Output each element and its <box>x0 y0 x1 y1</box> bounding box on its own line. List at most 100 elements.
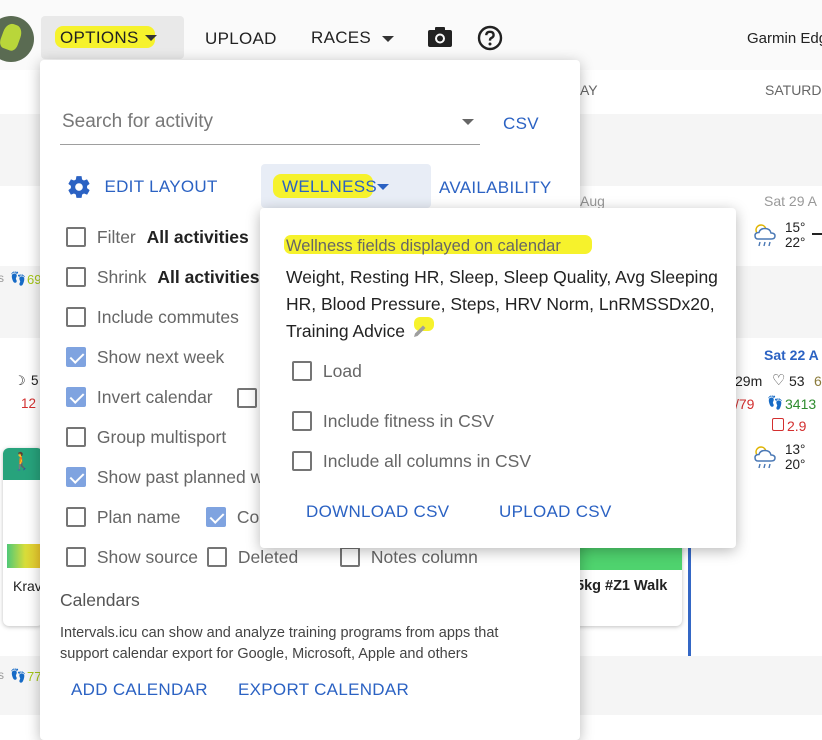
left-value-12: 12 <box>21 396 37 411</box>
search-field[interactable] <box>60 100 480 145</box>
temp-high: 13° <box>785 442 806 457</box>
filter-checkbox[interactable] <box>66 227 86 248</box>
races-menu-button[interactable]: RACES <box>311 28 394 48</box>
include-fitness-csv-checkbox[interactable] <box>292 411 312 432</box>
partial-value: 6 <box>814 373 822 389</box>
show-next-week-row[interactable]: Show next week <box>66 346 224 368</box>
filter-label: Filter <box>96 226 136 247</box>
wellness-fields-title: Wellness fields displayed on calendar <box>286 237 561 255</box>
search-input[interactable] <box>60 108 444 136</box>
chevron-down-icon <box>381 35 394 42</box>
show-source-label: Show source <box>96 546 199 567</box>
filter-row[interactable]: Filter All activities <box>66 226 272 248</box>
include-fitness-csv-row[interactable]: Include fitness in CSV <box>292 410 494 432</box>
notes-column-row[interactable]: Notes column <box>340 546 478 568</box>
edit-fields-button[interactable] <box>410 317 436 341</box>
trend-line <box>812 233 822 235</box>
download-csv-button[interactable]: DOWNLOAD CSV <box>306 502 449 522</box>
calendars-help-line: support calendar export for Google, Micr… <box>60 646 468 662</box>
notes-column-label: Notes column <box>370 546 478 567</box>
activity-title: 5kg #Z1 Walk <box>576 578 668 594</box>
wellness-popup: Wellness fields displayed on calendar We… <box>260 208 736 548</box>
include-all-columns-csv-label: Include all columns in CSV <box>322 450 532 471</box>
invert-calendar-row[interactable]: Invert calendar <box>66 386 213 408</box>
deleted-row[interactable]: Deleted <box>207 546 298 568</box>
activity-intensity-bar <box>7 544 43 568</box>
chevron-down-icon[interactable] <box>462 119 474 125</box>
invert-calendar-checkbox[interactable] <box>66 387 86 408</box>
shrink-checkbox[interactable] <box>66 267 86 288</box>
header-saturday: SATURD <box>765 82 822 98</box>
calendars-title: Calendars <box>60 590 140 610</box>
avatar[interactable] <box>0 16 34 62</box>
aug-label: Aug <box>580 193 605 209</box>
walking-icon: 🚶 <box>11 452 33 471</box>
steps-icon: 👣 <box>767 395 784 410</box>
show-source-checkbox[interactable] <box>66 547 86 568</box>
options-menu-button[interactable]: OPTIONS <box>41 16 184 59</box>
chevron-down-icon <box>145 35 157 41</box>
sat-29-label: Sat 29 A <box>764 193 817 209</box>
show-source-row[interactable]: Show source <box>66 546 198 568</box>
wellness-fields-line: Weight, Resting HR, Sleep, Sleep Quality… <box>286 267 718 287</box>
show-next-week-checkbox[interactable] <box>66 347 86 368</box>
shrink-row[interactable]: Shrink All activities <box>66 266 260 288</box>
hidden-option-checkbox[interactable] <box>237 388 257 408</box>
include-all-columns-csv-row[interactable]: Include all columns in CSV <box>292 450 531 472</box>
steps-icon: 👣 <box>10 668 27 683</box>
co-label: Co <box>236 506 260 527</box>
bp-value: /79 <box>735 396 755 412</box>
show-past-planned-row[interactable]: Show past planned w <box>66 466 263 488</box>
sat-22-label: Sat 22 A <box>764 347 819 363</box>
deleted-label: Deleted <box>237 546 299 567</box>
add-calendar-button[interactable]: ADD CALENDAR <box>71 680 208 700</box>
options-label: OPTIONS <box>60 28 139 47</box>
wellness-fields-list: Weight, Resting HR, Sleep, Sleep Quality… <box>286 264 726 345</box>
plan-name-label: Plan name <box>96 506 181 527</box>
upload-menu-button[interactable]: UPLOAD <box>205 29 277 49</box>
shrink-select-value[interactable]: All activities <box>157 267 259 287</box>
moon-icon: ☽ <box>14 373 26 388</box>
group-multisport-row[interactable]: Group multisport <box>66 426 226 448</box>
show-past-planned-checkbox[interactable] <box>66 467 86 488</box>
availability-button[interactable]: AVAILABILITY <box>439 178 552 198</box>
plan-name-row[interactable]: Plan name <box>66 506 181 528</box>
load-row[interactable]: Load <box>292 360 362 382</box>
include-all-columns-csv-checkbox[interactable] <box>292 451 312 472</box>
shrink-label: Shrink <box>96 266 147 287</box>
csv-button[interactable]: CSV <box>503 114 539 134</box>
steps-icon: 👣 <box>10 271 27 286</box>
load-checkbox[interactable] <box>292 361 312 382</box>
include-commutes-checkbox[interactable] <box>66 307 86 328</box>
upload-csv-button[interactable]: UPLOAD CSV <box>499 502 612 522</box>
header-day: AY <box>580 82 598 98</box>
activity-card[interactable]: 🚶 Krav <box>3 448 43 626</box>
edit-layout-button[interactable]: EDIT LAYOUT <box>66 174 218 200</box>
steps-value: 3413 <box>785 396 817 412</box>
plan-name-checkbox[interactable] <box>66 507 86 528</box>
include-commutes-label: Include commutes <box>96 306 239 327</box>
warning-badge-icon <box>772 418 784 431</box>
co-row[interactable]: Co <box>206 506 259 528</box>
duration-value: 29m <box>735 373 763 389</box>
wellness-menu-button[interactable]: WELLNESS <box>261 164 431 208</box>
heart-icon: ♡ <box>772 372 786 389</box>
wellness-fields-line: HR, Blood Pressure, Steps, HRV Norm, LnR… <box>286 294 715 314</box>
pencil-icon <box>413 325 426 338</box>
left-value-5: 5 <box>31 373 39 388</box>
hr-value: 53 <box>789 373 805 389</box>
group-multisport-checkbox[interactable] <box>66 427 86 448</box>
camera-icon[interactable] <box>427 26 453 48</box>
include-fitness-csv-label: Include fitness in CSV <box>322 410 495 431</box>
activity-title: Krav <box>13 578 42 594</box>
device-label: Garmin Edg <box>747 30 822 47</box>
include-commutes-row[interactable]: Include commutes <box>66 306 239 328</box>
deleted-checkbox[interactable] <box>207 547 227 568</box>
filter-select-value[interactable]: All activities <box>147 227 249 247</box>
notes-column-checkbox[interactable] <box>340 547 360 568</box>
co-checkbox[interactable] <box>206 507 226 528</box>
export-calendar-button[interactable]: EXPORT CALENDAR <box>238 680 409 700</box>
rain-cloud-icon <box>754 224 776 247</box>
help-icon[interactable] <box>477 25 503 51</box>
hrv-value: 2.9 <box>787 418 807 434</box>
